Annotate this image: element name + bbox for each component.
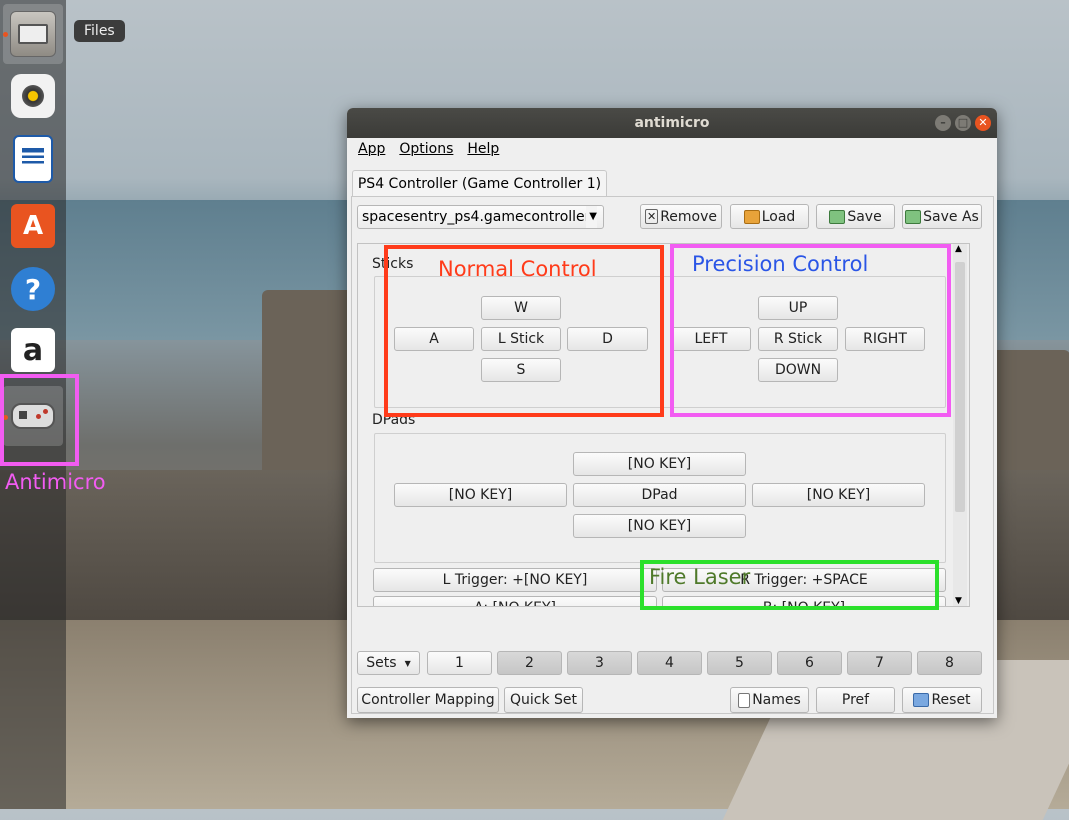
close-icon[interactable]: ✕	[975, 115, 991, 131]
tab-ps4-controller[interactable]: PS4 Controller (Game Controller 1)	[352, 170, 607, 197]
remove-button[interactable]: ✕ Remove	[640, 204, 722, 229]
files-running-dot	[3, 32, 8, 37]
files-icon	[10, 11, 56, 57]
dock-help[interactable]: ?	[3, 259, 63, 319]
set-2-button[interactable]: 2	[497, 651, 562, 675]
amazon-icon: a	[11, 328, 55, 372]
set-8-button[interactable]: 8	[917, 651, 982, 675]
folder-icon	[743, 209, 760, 224]
antimicro-highlight-box	[0, 374, 79, 466]
reset-icon	[913, 693, 930, 707]
files-tooltip: Files	[74, 20, 125, 42]
vertical-scrollbar[interactable]: ▲ ▼	[953, 244, 967, 606]
fire-laser-label: Fire Laser	[649, 565, 751, 589]
scroll-up-icon[interactable]: ▲	[955, 244, 962, 254]
dpad-button[interactable]: DPad	[573, 483, 746, 507]
dpad-right-button[interactable]: [NO KEY]	[752, 483, 925, 507]
pref-button[interactable]: Pref	[816, 687, 895, 713]
rhythmbox-icon	[11, 74, 55, 118]
dock-amazon[interactable]: a	[3, 320, 63, 380]
profile-combo-value: spacesentry_ps4.gamecontroller	[362, 209, 591, 225]
reset-button[interactable]: Reset	[902, 687, 982, 713]
set-5-button[interactable]: 5	[707, 651, 772, 675]
dpad-down-button[interactable]: [NO KEY]	[573, 514, 746, 538]
a-button[interactable]: A: [NO KEY]	[373, 596, 657, 606]
help-icon: ?	[11, 267, 55, 311]
remove-icon: ✕	[644, 209, 659, 224]
ubuntu-software-icon: A	[11, 204, 55, 248]
chevron-down-icon: ▼	[404, 658, 411, 668]
save-as-button[interactable]: Save As	[902, 204, 982, 229]
sets-label: Sets	[366, 655, 397, 671]
set-6-button[interactable]: 6	[777, 651, 842, 675]
load-button[interactable]: Load	[730, 204, 809, 229]
set-7-button[interactable]: 7	[847, 651, 912, 675]
sets-button[interactable]: Sets ▼	[357, 651, 420, 675]
dock-software[interactable]: A	[3, 196, 63, 256]
controller-mapping-button[interactable]: Controller Mapping	[357, 687, 499, 713]
minimize-icon[interactable]: –	[935, 115, 951, 131]
set-4-button[interactable]: 4	[637, 651, 702, 675]
scroll-down-icon[interactable]: ▼	[955, 596, 962, 606]
menu-help[interactable]: Help	[460, 138, 506, 162]
remove-label: Remove	[660, 208, 718, 225]
dock-writer[interactable]	[3, 129, 63, 189]
save-button[interactable]: Save	[816, 204, 895, 229]
dock-rhythmbox[interactable]	[3, 66, 63, 126]
dpad-left-button[interactable]: [NO KEY]	[394, 483, 567, 507]
profile-combo[interactable]: spacesentry_ps4.gamecontroller ▼	[357, 205, 604, 229]
normal-control-label: Normal Control	[438, 257, 597, 281]
save-icon	[829, 209, 846, 224]
reset-label: Reset	[931, 692, 971, 708]
dock-files[interactable]	[3, 4, 63, 64]
window-title: antimicro	[634, 115, 710, 131]
quick-set-button[interactable]: Quick Set	[504, 687, 583, 713]
title-bar: antimicro – □ ✕	[347, 108, 997, 138]
save-label: Save	[847, 208, 882, 225]
antimicro-annotation-label: Antimicro	[5, 470, 106, 494]
libreoffice-writer-icon	[13, 135, 53, 183]
menu-bar: App Options Help	[347, 138, 997, 162]
set-1-button[interactable]: 1	[427, 651, 492, 675]
chevron-down-icon: ▼	[586, 206, 597, 228]
precision-control-label: Precision Control	[692, 252, 869, 276]
names-button[interactable]: Names	[730, 687, 809, 713]
maximize-icon[interactable]: □	[955, 115, 971, 131]
save-as-icon	[905, 209, 922, 224]
menu-options[interactable]: Options	[392, 138, 460, 162]
load-label: Load	[761, 208, 796, 225]
document-icon	[738, 692, 751, 708]
menu-app[interactable]: App	[351, 138, 392, 162]
save-as-label: Save As	[923, 208, 979, 225]
names-label: Names	[752, 692, 801, 708]
set-3-button[interactable]: 3	[567, 651, 632, 675]
scrollbar-thumb[interactable]	[955, 262, 965, 512]
left-trigger-button[interactable]: L Trigger: +[NO KEY]	[373, 568, 657, 592]
dpad-up-button[interactable]: [NO KEY]	[573, 452, 746, 476]
